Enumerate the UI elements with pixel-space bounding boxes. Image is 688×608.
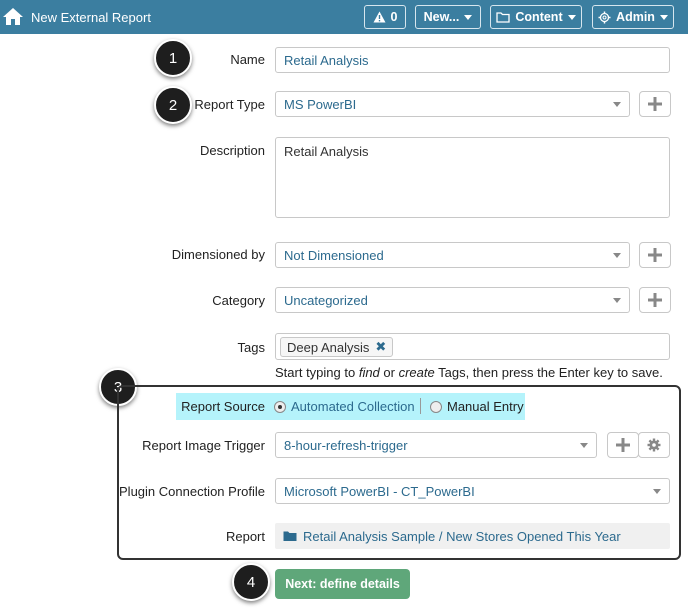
plugin-connection-profile-value: Microsoft PowerBI - CT_PowerBI <box>284 483 475 499</box>
report-type-select[interactable]: MS PowerBI <box>275 91 630 117</box>
chevron-down-icon <box>567 14 576 20</box>
chevron-down-icon <box>653 489 661 494</box>
alerts-button[interactable]: 0 <box>364 5 406 29</box>
alerts-count: 0 <box>390 10 398 24</box>
chevron-down-icon <box>659 14 668 20</box>
name-value: Retail Analysis <box>284 52 369 68</box>
add-category-button[interactable] <box>639 287 671 313</box>
chevron-down-icon <box>464 14 473 20</box>
report-type-value: MS PowerBI <box>284 96 357 112</box>
dimensioned-by-label: Dimensioned by <box>171 247 265 262</box>
report-label: Report <box>225 529 265 544</box>
report-path-value: Retail Analysis Sample / New Stores Open… <box>303 528 621 544</box>
dimensioned-by-value: Not Dimensioned <box>284 247 384 263</box>
report-image-trigger-value: 8-hour-refresh-trigger <box>284 437 408 453</box>
next-define-details-button[interactable]: Next: define details <box>275 569 410 599</box>
report-image-trigger-select[interactable]: 8-hour-refresh-trigger <box>275 432 597 458</box>
gear-icon <box>598 11 611 23</box>
category-select[interactable]: Uncategorized <box>275 287 630 313</box>
report-image-trigger-label: Report Image Trigger <box>142 438 265 453</box>
add-dimension-button[interactable] <box>639 242 671 268</box>
admin-menu-label: Admin <box>616 10 655 24</box>
report-type-label: Report Type <box>194 97 265 112</box>
chevron-down-icon <box>613 102 621 107</box>
callout-badge-4: 4 <box>232 563 270 601</box>
folder-icon <box>496 12 511 23</box>
folder-icon <box>283 531 297 541</box>
description-label: Description <box>199 143 265 158</box>
new-menu-button[interactable]: New... <box>415 5 481 29</box>
manual-entry-label[interactable]: Manual Entry <box>447 399 524 414</box>
new-menu-label: New... <box>423 10 460 24</box>
admin-menu-button[interactable]: Admin <box>592 5 674 29</box>
automated-collection-label[interactable]: Automated Collection <box>291 399 415 414</box>
report-path[interactable]: Retail Analysis Sample / New Stores Open… <box>275 523 670 549</box>
gear-icon <box>647 438 661 452</box>
remove-tag-icon[interactable]: ✖ <box>375 339 386 355</box>
content-menu-label: Content <box>515 10 563 24</box>
tag-chip: Deep Analysis ✖ <box>280 337 394 357</box>
name-label: Name <box>230 52 265 67</box>
tags-label: Tags <box>237 340 265 355</box>
radio-divider <box>420 398 421 414</box>
content-menu-button[interactable]: Content <box>490 5 582 29</box>
page-title: New External Report <box>31 10 151 25</box>
chevron-down-icon <box>613 298 621 303</box>
add-trigger-button[interactable] <box>607 432 639 458</box>
tag-chip-label: Deep Analysis <box>287 339 370 355</box>
chevron-down-icon <box>613 253 621 258</box>
description-value: Retail Analysis <box>284 144 369 159</box>
warning-icon <box>373 11 386 23</box>
radio-automated-collection[interactable] <box>274 401 286 413</box>
name-input[interactable]: Retail Analysis <box>275 47 670 73</box>
plus-icon <box>616 438 630 452</box>
chevron-down-icon <box>580 443 588 448</box>
radio-manual-entry[interactable] <box>430 401 442 413</box>
plus-icon <box>648 248 662 262</box>
category-value: Uncategorized <box>284 292 368 308</box>
description-textarea[interactable]: Retail Analysis <box>275 137 670 218</box>
top-bar: New External Report 0 New... Content Adm… <box>0 0 688 34</box>
tags-hint: Start typing to find or create Tags, the… <box>275 365 663 380</box>
plus-icon <box>648 97 662 111</box>
dimensioned-by-select[interactable]: Not Dimensioned <box>275 242 630 268</box>
report-source-label: Report Source <box>181 399 265 414</box>
category-label: Category <box>212 293 265 308</box>
home-icon[interactable] <box>2 6 24 26</box>
plugin-connection-profile-label: Plugin Connection Profile <box>119 484 265 499</box>
plugin-connection-profile-select[interactable]: Microsoft PowerBI - CT_PowerBI <box>275 478 670 504</box>
add-report-type-button[interactable] <box>639 91 671 117</box>
plus-icon <box>648 293 662 307</box>
trigger-settings-button[interactable] <box>638 432 670 458</box>
